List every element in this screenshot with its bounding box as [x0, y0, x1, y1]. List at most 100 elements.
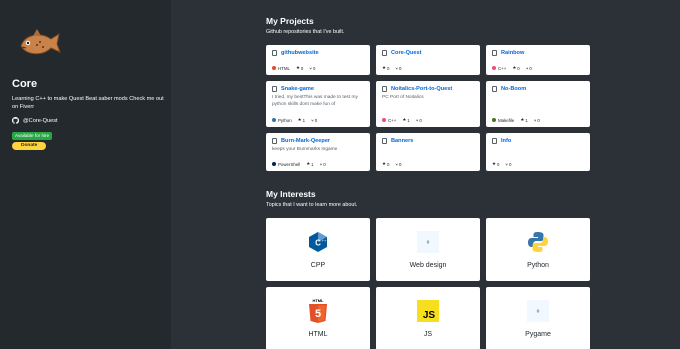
- repo-icon: [272, 86, 277, 92]
- project-language: C++: [382, 118, 396, 123]
- fork-icon: ⑂: [525, 65, 529, 71]
- sidebar: Core Learning C++ to make Quest Beat sab…: [0, 0, 171, 349]
- project-meta: HTML ★ 0 ⑂ 0: [272, 65, 315, 71]
- star-icon: ★: [512, 65, 517, 70]
- github-link[interactable]: @Core-Quest: [12, 117, 58, 124]
- project-card[interactable]: Snake-game I tried, my bestThis was made …: [266, 81, 370, 127]
- interest-label: CPP: [310, 262, 326, 269]
- project-language: Python: [272, 118, 292, 123]
- project-language: HTML: [272, 66, 290, 71]
- fork-count: 0: [399, 161, 402, 167]
- project-card[interactable]: Noitalics-Port-to-Quest PC Port of Noital…: [376, 81, 480, 127]
- project-language: C++: [492, 66, 506, 71]
- web-design-icon: #: [417, 231, 439, 253]
- fork-icon: ⑂: [415, 117, 419, 123]
- fork-count: 0: [509, 161, 512, 167]
- star-icon: ★: [306, 161, 311, 166]
- project-card[interactable]: Rainbow C++ ★ 0 ⑂ 0: [486, 45, 590, 75]
- project-language: Makefile: [492, 118, 514, 123]
- star-icon: ★: [382, 65, 386, 70]
- interest-card-js[interactable]: JS JS: [376, 287, 480, 349]
- project-stars: ★ 0: [382, 65, 389, 71]
- project-forks: ⑂ 0: [534, 118, 540, 123]
- project-title[interactable]: No-Boom: [492, 86, 584, 92]
- projects-subtitle: Github repositories that I've built.: [266, 29, 345, 35]
- project-card[interactable]: Info ★ 0 ⑂ 0: [486, 133, 590, 171]
- python-icon: [527, 231, 549, 253]
- interest-card-cpp[interactable]: C ++ CPP: [266, 218, 370, 281]
- donate-button[interactable]: Donate: [12, 142, 47, 150]
- fork-count: 0: [537, 117, 540, 123]
- project-card[interactable]: githubwebsite HTML ★ 0 ⑂ 0: [266, 45, 370, 75]
- project-title[interactable]: Snake-game: [272, 86, 364, 92]
- project-title[interactable]: Banners: [382, 138, 474, 144]
- profile-name: Core: [12, 78, 38, 90]
- project-meta: ★ 0 ⑂ 0: [382, 161, 401, 167]
- interest-card-python[interactable]: Python: [486, 218, 590, 281]
- project-name: Noitalics-Port-to-Quest: [391, 86, 453, 92]
- project-stars: ★ 0: [382, 161, 389, 167]
- project-description: keeps your Burnmarks Ingame: [272, 147, 338, 152]
- fork-icon: ⑂: [319, 161, 323, 167]
- avatar: [20, 29, 61, 55]
- project-meta: ★ 0 ⑂ 0: [492, 161, 511, 167]
- fork-count: 0: [312, 65, 316, 71]
- star-count: 1: [302, 117, 306, 123]
- fork-count: 0: [419, 117, 422, 123]
- project-title[interactable]: Burn-Mark-Qeeper: [272, 138, 364, 144]
- project-stars: ★ 0: [492, 161, 499, 167]
- repo-icon: [272, 138, 277, 144]
- cpp-icon: C ++: [307, 231, 329, 253]
- github-icon: [12, 117, 19, 124]
- project-forks: ⑂ 0: [526, 66, 532, 71]
- project-forks: ⑂ 0: [311, 118, 317, 123]
- project-description: PC Port of Noitalics: [382, 95, 424, 100]
- interest-card-pygame[interactable]: # Pygame: [486, 287, 590, 349]
- star-icon: ★: [520, 117, 525, 122]
- star-count: 0: [496, 161, 500, 167]
- project-card[interactable]: No-Boom Makefile ★ 1 ⑂ 0: [486, 81, 590, 127]
- pygame-icon: #: [527, 300, 549, 322]
- js-icon: JS: [417, 300, 439, 322]
- project-name: githubwebsite: [281, 50, 319, 56]
- project-meta: C++ ★ 1 ⑂ 0: [382, 117, 422, 123]
- project-card[interactable]: Banners ★ 0 ⑂ 0: [376, 133, 480, 171]
- interest-card-html[interactable]: HTML 5 HTML: [266, 287, 370, 349]
- project-meta: C++ ★ 0 ⑂ 0: [492, 65, 532, 71]
- interests-heading: My Interests: [266, 189, 316, 199]
- star-count: 0: [300, 65, 304, 71]
- repo-icon: [492, 138, 497, 144]
- star-count: 0: [517, 65, 520, 71]
- repo-icon: [492, 50, 497, 56]
- project-title[interactable]: Info: [492, 138, 584, 144]
- fork-count: 0: [323, 161, 326, 167]
- fork-icon: ⑂: [395, 65, 399, 71]
- project-stars: ★ 0: [512, 65, 519, 71]
- project-forks: ⑂ 0: [320, 162, 326, 167]
- project-card[interactable]: Burn-Mark-Qeeper keeps your Burnmarks Ing…: [266, 133, 370, 171]
- project-meta: PowerShell ★ 1 ⑂ 0: [272, 161, 326, 167]
- hire-badge: Available for hire: [12, 132, 53, 140]
- html5-icon: HTML 5: [307, 298, 329, 323]
- fork-count: 0: [529, 65, 532, 71]
- project-title[interactable]: Rainbow: [492, 50, 584, 56]
- language-label: HTML: [278, 65, 290, 71]
- star-count: 0: [386, 161, 390, 167]
- repo-icon: [382, 86, 387, 92]
- language-dot-icon: [272, 66, 276, 70]
- project-title[interactable]: Noitalics-Port-to-Quest: [382, 86, 474, 92]
- svg-text:++: ++: [322, 238, 327, 243]
- interest-card-web-design[interactable]: # Web design: [376, 218, 480, 281]
- fork-icon: ⑂: [533, 117, 537, 123]
- project-card[interactable]: Core-Quest ★ 0 ⑂ 0: [376, 45, 480, 75]
- interest-label: Pygame: [525, 331, 551, 338]
- svg-text:C: C: [315, 239, 321, 248]
- project-title[interactable]: githubwebsite: [272, 50, 364, 56]
- github-handle: @Core-Quest: [23, 117, 58, 124]
- language-dot-icon: [272, 118, 276, 122]
- repo-icon: [382, 138, 387, 144]
- star-count: 1: [525, 117, 528, 123]
- project-name: Banners: [391, 138, 414, 144]
- star-icon: ★: [297, 117, 302, 122]
- project-title[interactable]: Core-Quest: [382, 50, 474, 56]
